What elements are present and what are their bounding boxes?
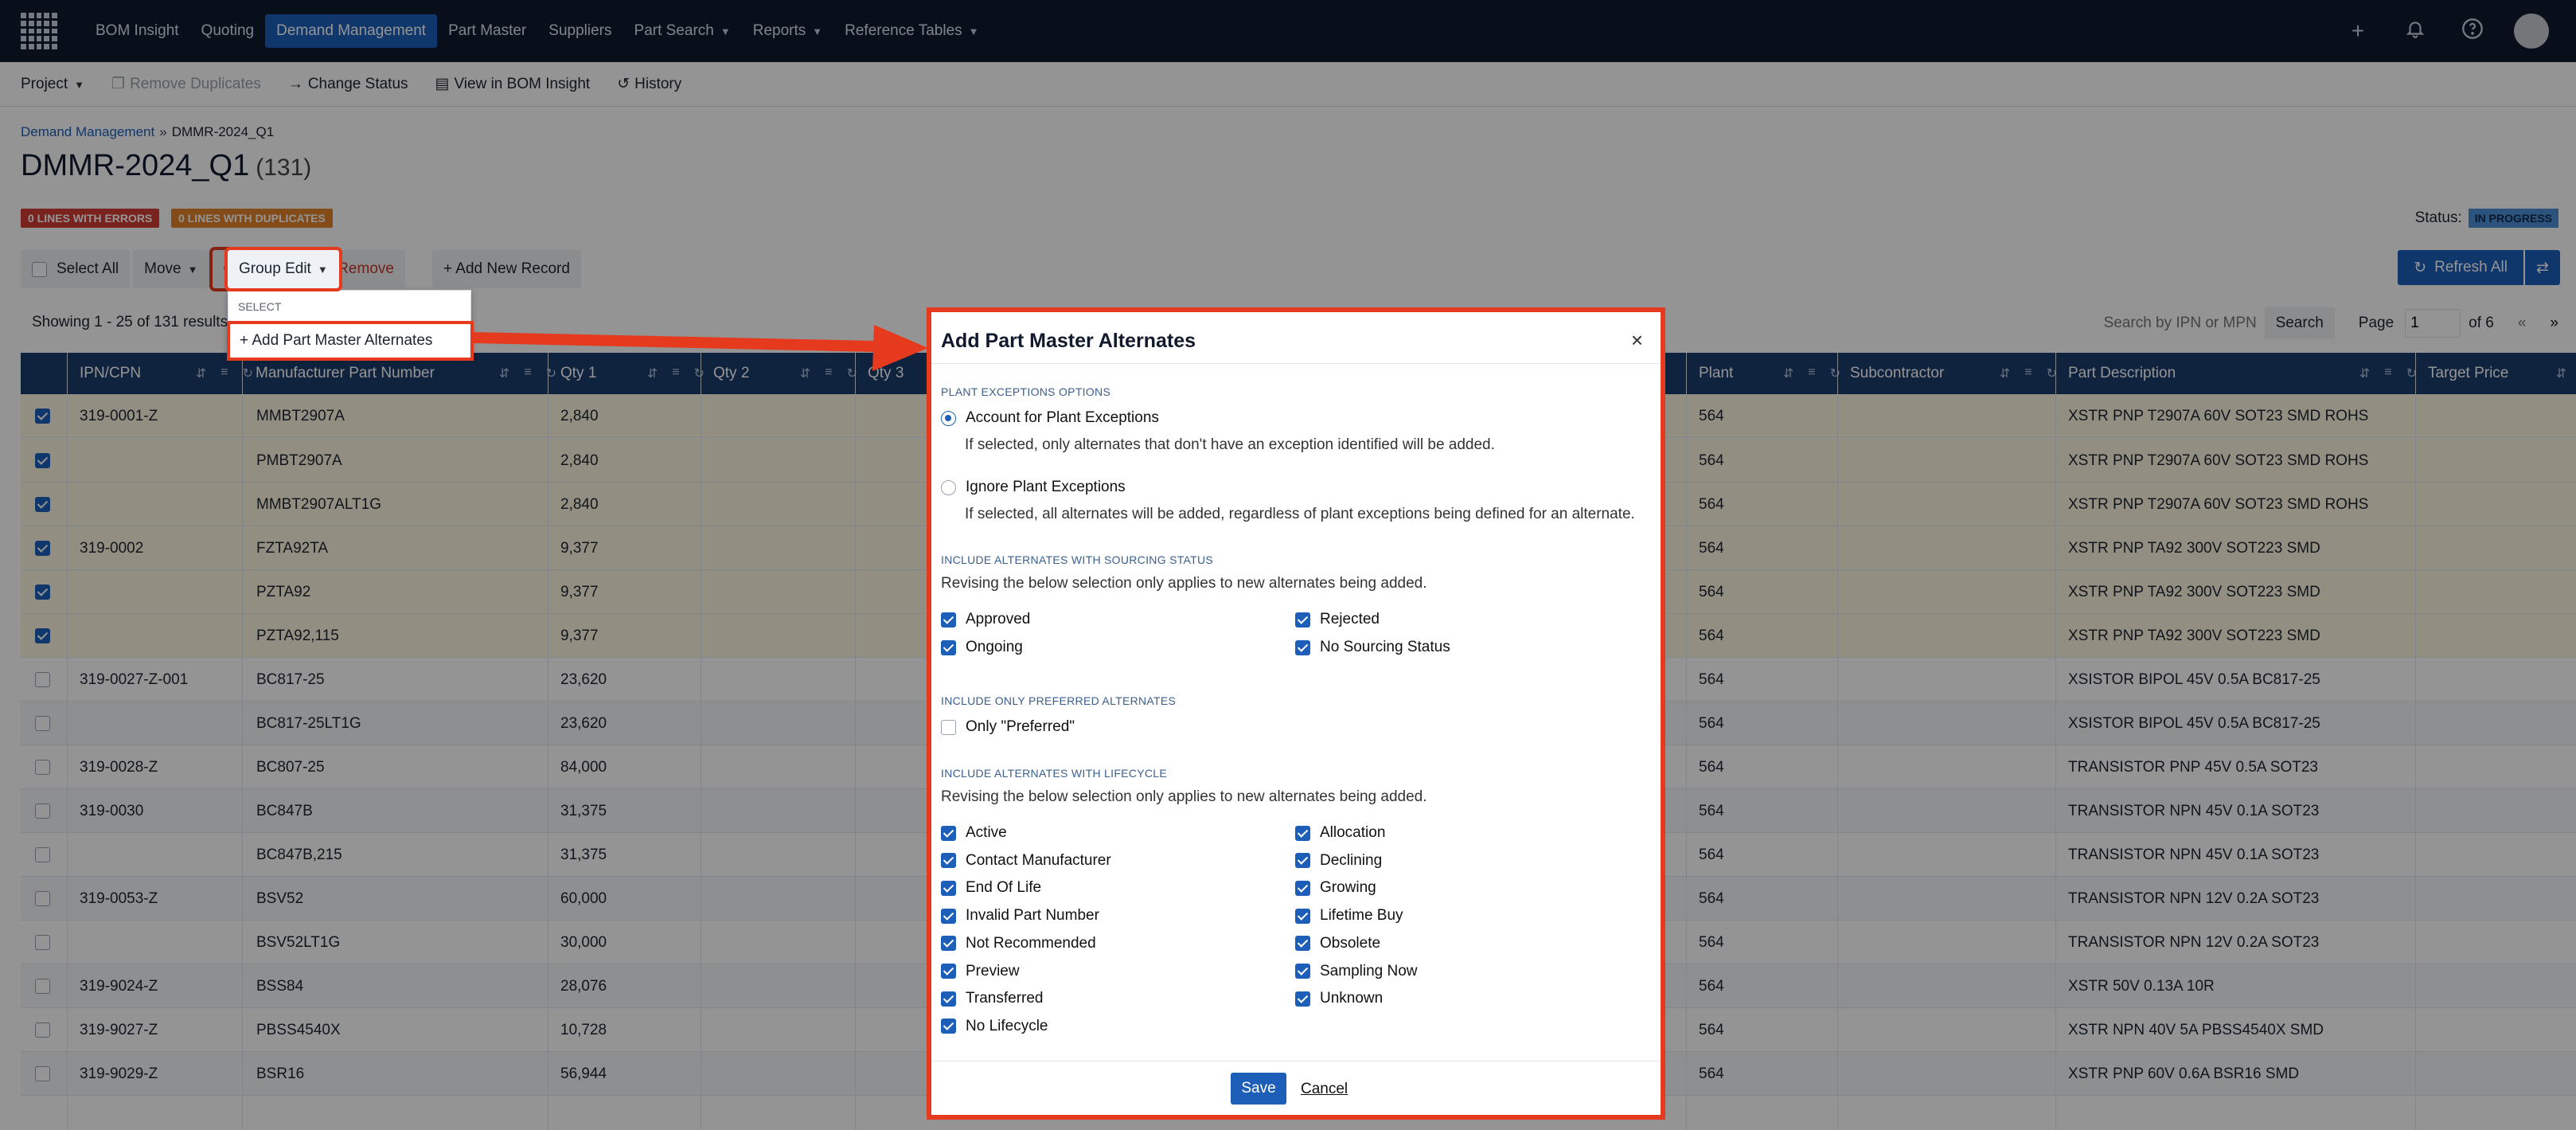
radio-unselected[interactable] xyxy=(941,479,956,495)
lifecycle-note: Revising the below selection only applie… xyxy=(941,788,1427,805)
sourcing-right-option[interactable]: Rejected xyxy=(1295,611,1380,628)
sourcing-left-option[interactable]: Approved xyxy=(941,611,1030,628)
lifecycle-left-option[interactable]: Contact Manufacturer xyxy=(941,852,1111,870)
modal-divider xyxy=(931,1061,1661,1062)
sourcing-left-option[interactable]: Ongoing xyxy=(941,639,1023,656)
checkbox[interactable] xyxy=(941,880,956,896)
modal-divider xyxy=(931,363,1661,364)
checkbox[interactable] xyxy=(941,853,956,869)
save-button[interactable]: Save xyxy=(1231,1073,1286,1105)
option-label: End Of Life xyxy=(966,879,1042,897)
checkbox[interactable] xyxy=(941,825,956,841)
checkbox[interactable] xyxy=(1295,991,1310,1007)
option-label: No Lifecycle xyxy=(966,1017,1048,1034)
option-label: Declining xyxy=(1320,851,1383,869)
option-label: Preview xyxy=(966,962,1020,979)
checkbox[interactable] xyxy=(1295,612,1310,628)
option-label: Rejected xyxy=(1320,611,1380,628)
option-label: Obsolete xyxy=(1320,934,1381,952)
lifecycle-left-option[interactable]: End Of Life xyxy=(941,879,1041,897)
option-label: No Sourcing Status xyxy=(1320,639,1450,655)
lifecycle-right-option[interactable]: Unknown xyxy=(1295,990,1383,1007)
lifecycle-right-option[interactable]: Allocation xyxy=(1295,824,1385,842)
checkbox[interactable] xyxy=(941,964,956,979)
lifecycle-left-option[interactable]: Preview xyxy=(941,963,1020,980)
lifecycle-right-option[interactable]: Obsolete xyxy=(1295,935,1380,952)
lifecycle-left-option[interactable]: Not Recommended xyxy=(941,935,1096,952)
checkbox[interactable] xyxy=(1295,964,1310,979)
checkbox[interactable] xyxy=(941,639,956,655)
preferred-heading: INCLUDE ONLY PREFERRED ALTERNATES xyxy=(941,694,1177,707)
checkbox[interactable] xyxy=(1295,936,1310,952)
option-label: Unknown xyxy=(1320,990,1384,1007)
checkbox[interactable] xyxy=(941,991,956,1007)
lifecycle-left-option[interactable]: No Lifecycle xyxy=(941,1018,1048,1035)
sourcing-status-heading: INCLUDE ALTERNATES WITH SOURCING STATUS xyxy=(941,553,1214,566)
sourcing-right-option[interactable]: No Sourcing Status xyxy=(1295,639,1450,656)
option-label: Ignore Plant Exceptions xyxy=(966,479,1126,495)
checkbox[interactable] xyxy=(1295,853,1310,869)
add-alternates-modal: Add Part Master Alternates × PLANT EXCEP… xyxy=(927,307,1665,1120)
lifecycle-left-option[interactable]: Active xyxy=(941,824,1007,842)
option-label: Approved xyxy=(966,611,1031,628)
lifecycle-left-option[interactable]: Invalid Part Number xyxy=(941,907,1099,925)
close-icon[interactable]: × xyxy=(1631,328,1643,353)
option-label: Transferred xyxy=(966,990,1044,1007)
plant-exceptions-heading: PLANT EXCEPTIONS OPTIONS xyxy=(941,385,1111,398)
modal-title: Add Part Master Alternates xyxy=(941,330,1196,352)
checkbox[interactable] xyxy=(941,936,956,952)
checkbox[interactable] xyxy=(1295,908,1310,924)
option-label: Allocation xyxy=(1320,824,1386,841)
option-label: Contact Manufacturer xyxy=(966,851,1111,869)
sourcing-note: Revising the below selection only applie… xyxy=(941,575,1427,592)
cancel-button[interactable]: Cancel xyxy=(1301,1081,1348,1098)
option-label: Account for Plant Exceptions xyxy=(966,409,1159,426)
option-label: Active xyxy=(966,824,1007,841)
lifecycle-right-option[interactable]: Growing xyxy=(1295,879,1376,897)
lifecycle-heading: INCLUDE ALTERNATES WITH LIFECYCLE xyxy=(941,767,1167,780)
lifecycle-left-option[interactable]: Transferred xyxy=(941,990,1044,1007)
option-label: Invalid Part Number xyxy=(966,907,1099,925)
account-plant-exceptions-radio[interactable]: Account for Plant Exceptions xyxy=(941,409,1159,427)
option-description: If selected, only alternates that don't … xyxy=(965,436,1495,453)
checkbox[interactable] xyxy=(941,719,956,735)
lifecycle-right-option[interactable]: Lifetime Buy xyxy=(1295,907,1403,925)
checkbox[interactable] xyxy=(941,1019,956,1034)
option-label: Ongoing xyxy=(966,639,1023,655)
ignore-plant-exceptions-radio[interactable]: Ignore Plant Exceptions xyxy=(941,479,1126,496)
checkbox[interactable] xyxy=(1295,825,1310,841)
checkbox[interactable] xyxy=(941,612,956,628)
checkbox[interactable] xyxy=(1295,639,1310,655)
option-label: Lifetime Buy xyxy=(1320,907,1403,925)
option-label: Only "Preferred" xyxy=(966,718,1075,735)
only-preferred-checkbox[interactable]: Only "Preferred" xyxy=(941,718,1075,736)
radio-selected[interactable] xyxy=(941,410,956,426)
option-label: Not Recommended xyxy=(966,934,1096,952)
lifecycle-right-option[interactable]: Sampling Now xyxy=(1295,963,1418,980)
option-label: Growing xyxy=(1320,879,1376,897)
option-label: Sampling Now xyxy=(1320,962,1418,979)
checkbox[interactable] xyxy=(1295,880,1310,896)
option-description: If selected, all alternates will be adde… xyxy=(965,506,1635,522)
lifecycle-right-option[interactable]: Declining xyxy=(1295,852,1382,870)
checkbox[interactable] xyxy=(941,908,956,924)
